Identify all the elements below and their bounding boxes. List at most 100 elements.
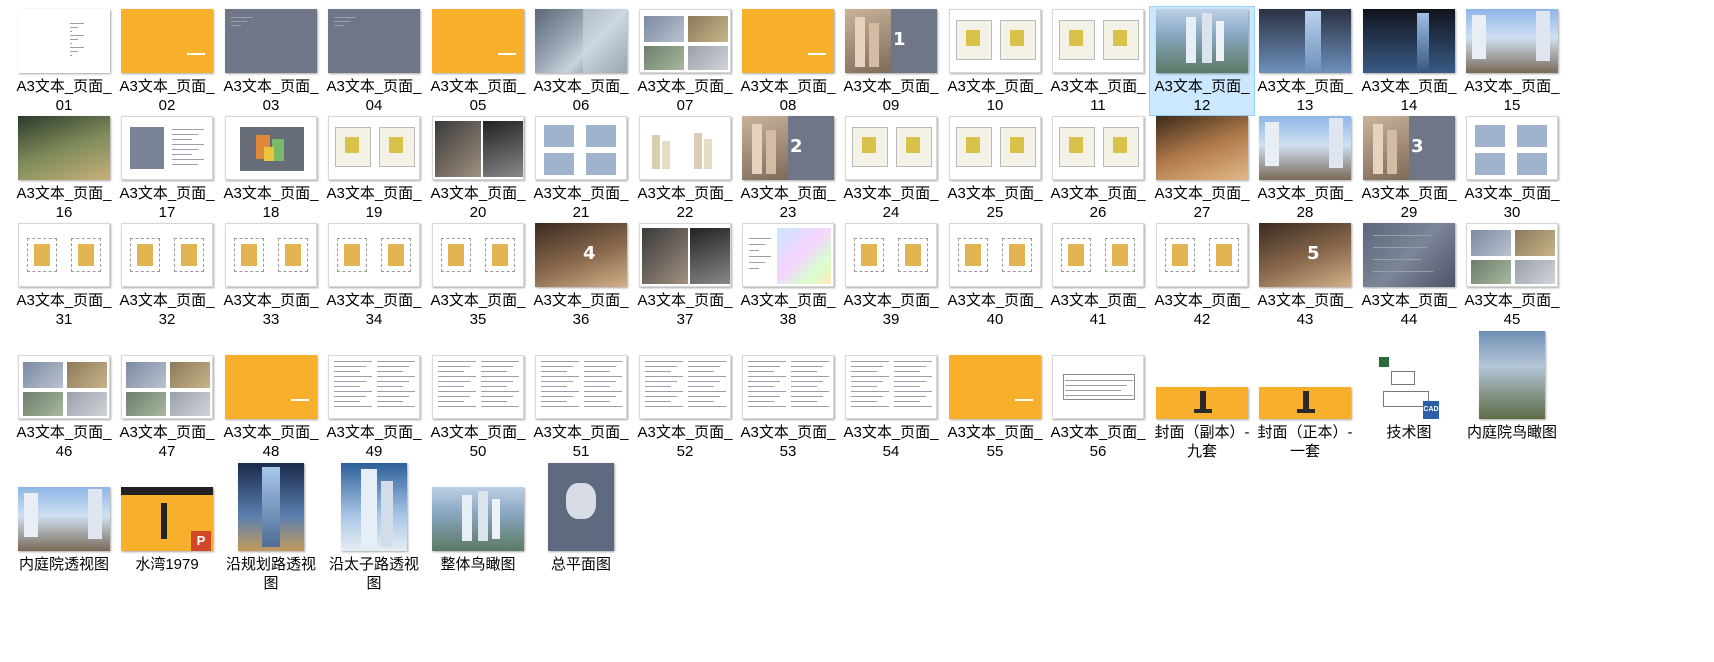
file-item[interactable]: A3文本_页面_01 [12, 7, 116, 115]
thumbnail-frame [839, 114, 943, 180]
thumbnail-frame [943, 7, 1047, 73]
file-item[interactable]: 封面（正本）-一套 [1253, 353, 1357, 461]
file-thumbnail: 4 [535, 223, 627, 287]
thumbnail-frame [839, 221, 943, 287]
thumbnail-frame [322, 353, 426, 419]
file-item[interactable]: 沿规划路透视图 [219, 459, 323, 593]
file-item[interactable]: A3文本_页面_17 [115, 114, 219, 222]
file-item[interactable]: 1 A3文本_页面_09 [839, 7, 943, 115]
file-item[interactable]: A3文本_页面_46 [12, 353, 116, 461]
file-item[interactable]: A3文本_页面_37 [633, 221, 737, 329]
file-item[interactable]: A3文本_页面_18 [219, 114, 323, 222]
file-thumbnail [1363, 223, 1455, 287]
file-item[interactable]: A3文本_页面_28 [1253, 114, 1357, 222]
thumbnail-frame [1253, 7, 1357, 73]
file-item[interactable]: A3文本_页面_03 [219, 7, 323, 115]
file-item[interactable]: A3文本_页面_04 [322, 7, 426, 115]
file-name-label: A3文本_页面_21 [533, 185, 629, 221]
file-item[interactable]: 总平面图 [529, 459, 633, 574]
file-item[interactable]: A3文本_页面_20 [426, 114, 530, 222]
file-name-label: A3文本_页面_44 [1361, 292, 1457, 328]
file-item[interactable]: A3文本_页面_55 [943, 353, 1047, 461]
file-thumbnail [432, 116, 524, 180]
file-item[interactable]: A3文本_页面_19 [322, 114, 426, 222]
file-item[interactable]: A3文本_页面_11 [1046, 7, 1150, 115]
file-item[interactable]: CAD 技术图 [1357, 327, 1461, 442]
file-item[interactable]: A3文本_页面_14 [1357, 7, 1461, 115]
thumbnail-frame [633, 221, 737, 287]
file-item[interactable]: A3文本_页面_38 [736, 221, 840, 329]
file-item[interactable]: A3文本_页面_35 [426, 221, 530, 329]
file-thumbnail [1052, 116, 1144, 180]
file-item[interactable]: A3文本_页面_22 [633, 114, 737, 222]
file-name-label: A3文本_页面_05 [430, 78, 526, 114]
file-item[interactable]: A3文本_页面_25 [943, 114, 1047, 222]
file-item[interactable]: A3文本_页面_12 [1149, 6, 1255, 116]
file-item[interactable]: A3文本_页面_47 [115, 353, 219, 461]
file-item[interactable]: A3文本_页面_31 [12, 221, 116, 329]
file-thumbnail [1052, 355, 1144, 419]
file-item[interactable]: A3文本_页面_30 [1460, 114, 1564, 222]
file-thumbnail [1479, 331, 1545, 419]
file-item[interactable]: A3文本_页面_34 [322, 221, 426, 329]
file-item[interactable]: A3文本_页面_44 [1357, 221, 1461, 329]
file-item[interactable]: A3文本_页面_48 [219, 353, 323, 461]
file-item[interactable]: A3文本_页面_10 [943, 7, 1047, 115]
file-thumbnail [845, 355, 937, 419]
file-name-label: A3文本_页面_08 [740, 78, 836, 114]
thumbnail-frame [529, 114, 633, 180]
file-item[interactable]: A3文本_页面_15 [1460, 7, 1564, 115]
file-item[interactable]: A3文本_页面_50 [426, 353, 530, 461]
file-thumbnail [535, 355, 627, 419]
file-name-label: A3文本_页面_19 [326, 185, 422, 221]
file-item[interactable]: 沿太子路透视图 [322, 459, 426, 593]
file-thumbnail [328, 355, 420, 419]
file-name-label: A3文本_页面_34 [326, 292, 422, 328]
file-name-label: A3文本_页面_55 [947, 424, 1043, 460]
file-item[interactable]: A3文本_页面_33 [219, 221, 323, 329]
file-item[interactable]: A3文本_页面_51 [529, 353, 633, 461]
file-item[interactable]: 3 A3文本_页面_29 [1357, 114, 1461, 222]
file-name-label: A3文本_页面_42 [1154, 292, 1250, 328]
file-name-label: A3文本_页面_03 [223, 78, 319, 114]
file-item[interactable]: A3文本_页面_39 [839, 221, 943, 329]
file-item[interactable]: 整体鸟瞰图 [426, 485, 530, 574]
file-item[interactable]: A3文本_页面_49 [322, 353, 426, 461]
thumbnail-frame [943, 114, 1047, 180]
file-item[interactable]: 5 A3文本_页面_43 [1253, 221, 1357, 329]
file-item[interactable]: P 水湾1979 [115, 485, 219, 574]
file-item[interactable]: A3文本_页面_41 [1046, 221, 1150, 329]
file-item[interactable]: A3文本_页面_21 [529, 114, 633, 222]
file-name-label: A3文本_页面_16 [16, 185, 112, 221]
file-item[interactable]: A3文本_页面_56 [1046, 353, 1150, 461]
file-item[interactable]: A3文本_页面_26 [1046, 114, 1150, 222]
file-item[interactable]: A3文本_页面_08 [736, 7, 840, 115]
file-item[interactable]: A3文本_页面_52 [633, 353, 737, 461]
file-item[interactable]: A3文本_页面_40 [943, 221, 1047, 329]
file-item[interactable]: A3文本_页面_32 [115, 221, 219, 329]
file-item[interactable]: 2 A3文本_页面_23 [736, 114, 840, 222]
file-name-label: A3文本_页面_30 [1464, 185, 1560, 221]
file-item[interactable]: 内庭院透视图 [12, 485, 116, 574]
file-thumbnail [225, 116, 317, 180]
file-item[interactable]: A3文本_页面_45 [1460, 221, 1564, 329]
file-name-label: A3文本_页面_31 [16, 292, 112, 328]
file-item[interactable]: A3文本_页面_06 [529, 7, 633, 115]
file-item[interactable]: 内庭院鸟瞰图 [1460, 327, 1564, 442]
file-item[interactable]: A3文本_页面_24 [839, 114, 943, 222]
file-thumbnail [432, 355, 524, 419]
file-item[interactable]: 封面（副本）-九套 [1150, 353, 1254, 461]
file-item[interactable]: A3文本_页面_07 [633, 7, 737, 115]
file-item[interactable]: A3文本_页面_27 [1150, 114, 1254, 222]
file-item[interactable]: A3文本_页面_54 [839, 353, 943, 461]
file-item[interactable]: A3文本_页面_02 [115, 7, 219, 115]
file-item[interactable]: 4 A3文本_页面_36 [529, 221, 633, 329]
file-item[interactable]: A3文本_页面_13 [1253, 7, 1357, 115]
file-item[interactable]: A3文本_页面_16 [12, 114, 116, 222]
thumbnail-frame [633, 7, 737, 73]
file-item[interactable]: A3文本_页面_05 [426, 7, 530, 115]
file-item[interactable]: A3文本_页面_42 [1150, 221, 1254, 329]
file-thumbnail [1052, 223, 1144, 287]
file-name-label: A3文本_页面_20 [430, 185, 526, 221]
file-item[interactable]: A3文本_页面_53 [736, 353, 840, 461]
